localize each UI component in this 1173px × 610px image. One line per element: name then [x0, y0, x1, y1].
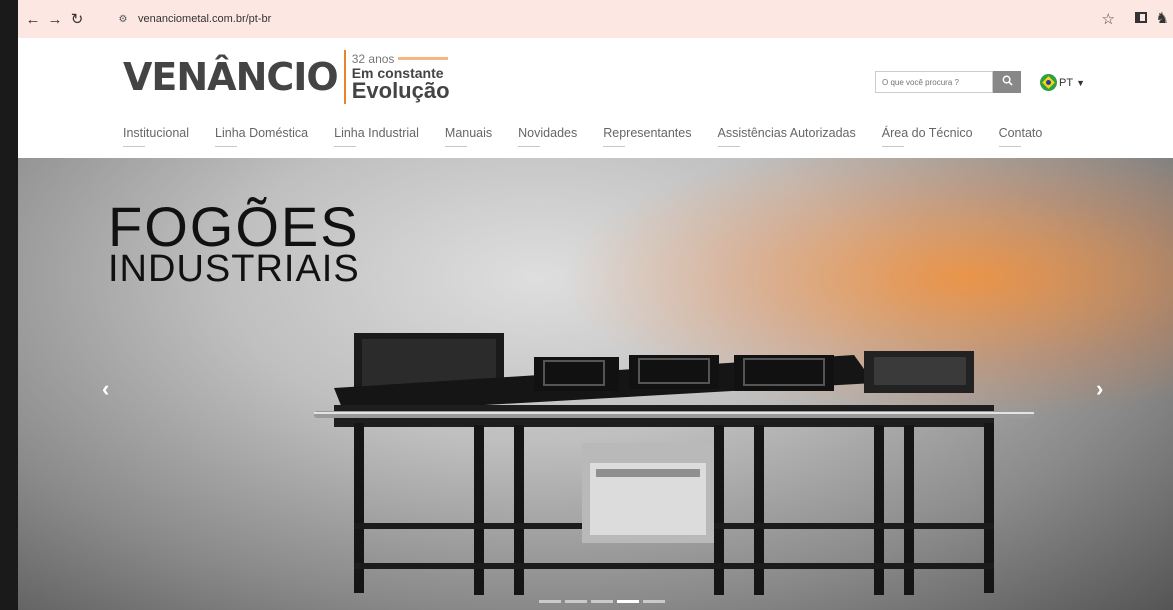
carousel-dot-2[interactable]: [565, 600, 587, 603]
hero-title-line2: INDUSTRIAIS: [108, 248, 360, 291]
main-nav: Institucional Linha Doméstica Linha Indu…: [123, 126, 1068, 147]
site-info-icon[interactable]: ⚙: [116, 12, 130, 26]
sidebar-icon[interactable]: [1135, 12, 1147, 23]
extension-icon[interactable]: ♞: [1156, 9, 1169, 27]
brazil-flag-icon: [1040, 74, 1057, 91]
browser-toolbar: ← → ↻ ⚙ venanciometal.com.br/pt-br ☆ ♞: [18, 0, 1173, 38]
industrial-stove-image: [314, 333, 1034, 595]
nav-institucional[interactable]: Institucional: [123, 126, 189, 147]
back-arrow-icon[interactable]: ←: [22, 8, 44, 30]
address-bar[interactable]: ⚙ venanciometal.com.br/pt-br: [110, 7, 1110, 31]
hero-carousel: FOGÕES INDUSTRIAIS ‹ ›: [18, 158, 1173, 610]
venancio-logo[interactable]: VENÂNCIO 32 anos Em constante Evolução: [123, 50, 450, 104]
nav-representantes[interactable]: Representantes: [603, 126, 692, 147]
bookmark-star-icon[interactable]: ☆: [1102, 10, 1115, 28]
language-selector[interactable]: PT ▼: [1040, 74, 1085, 91]
hero-title: FOGÕES INDUSTRIAIS: [108, 195, 360, 291]
search-button[interactable]: [993, 71, 1021, 93]
logo-wordmark: VENÂNCIO: [123, 55, 339, 99]
carousel-dot-5[interactable]: [643, 600, 665, 603]
carousel-dot-4[interactable]: [617, 600, 639, 603]
search-icon: [1002, 75, 1013, 89]
logo-tagline: 32 anos Em constante Evolução: [352, 53, 450, 102]
forward-arrow-icon[interactable]: →: [44, 8, 66, 30]
carousel-indicators: [539, 600, 669, 603]
carousel-dot-1[interactable]: [539, 600, 561, 603]
nav-contato[interactable]: Contato: [998, 126, 1042, 147]
logo-years: 32 anos: [352, 53, 450, 65]
nav-area-tecnico[interactable]: Área do Técnico: [881, 126, 973, 147]
browser-window: ← → ↻ ⚙ venanciometal.com.br/pt-br ☆ ♞ V…: [0, 0, 1173, 610]
nav-linha-industrial[interactable]: Linha Industrial: [334, 126, 419, 147]
site-header: VENÂNCIO 32 anos Em constante Evolução P…: [18, 38, 1173, 158]
logo-divider: [343, 50, 346, 104]
hero-title-line1: FOGÕES: [108, 195, 360, 258]
logo-tagline-2: Evolução: [351, 77, 450, 103]
language-label: PT: [1059, 76, 1074, 89]
carousel-prev-arrow-icon[interactable]: ‹: [102, 376, 109, 402]
search-input[interactable]: [875, 71, 993, 93]
nav-novidades[interactable]: Novidades: [518, 126, 577, 147]
search-box: [875, 71, 1021, 93]
carousel-next-arrow-icon[interactable]: ›: [1096, 376, 1103, 402]
caret-down-icon: ▼: [1076, 77, 1085, 88]
carousel-dot-3[interactable]: [591, 600, 613, 603]
nav-assistencias[interactable]: Assistências Autorizadas: [717, 126, 856, 147]
nav-linha-domestica[interactable]: Linha Doméstica: [215, 126, 308, 147]
reload-icon[interactable]: ↻: [66, 8, 88, 30]
nav-manuais[interactable]: Manuais: [444, 126, 492, 147]
url-text[interactable]: venanciometal.com.br/pt-br: [138, 13, 271, 25]
